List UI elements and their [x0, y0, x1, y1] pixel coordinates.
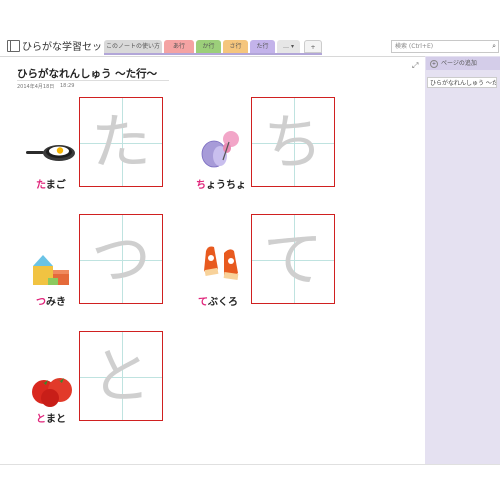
- practice-box-ta[interactable]: た: [79, 97, 163, 187]
- mittens-icon: [204, 246, 239, 280]
- expand-icon[interactable]: ⤢: [412, 61, 418, 71]
- practice-box-to[interactable]: と: [79, 331, 163, 421]
- word-tebukuro: てぶくろ: [198, 297, 238, 308]
- add-page-button[interactable]: + ページの追加: [426, 57, 500, 70]
- add-page-label: ページの追加: [441, 60, 477, 67]
- page-time: 18:29: [60, 83, 75, 89]
- word-chouchou: ちょうちょ: [196, 180, 246, 191]
- add-section-button[interactable]: +: [304, 40, 322, 53]
- page-list-item[interactable]: ひらがなれんしゅう ～た行～: [427, 77, 497, 88]
- tab-how-to-use[interactable]: このノートの使い方: [104, 40, 162, 53]
- trace-char: つ: [91, 225, 151, 295]
- trace-char: た: [91, 108, 151, 178]
- notebook-icon[interactable]: [7, 40, 20, 52]
- tab-ta-row[interactable]: た行: [250, 40, 275, 53]
- building-blocks-icon: [33, 255, 69, 285]
- tab-sa-row[interactable]: さ行: [223, 40, 248, 53]
- practice-box-chi[interactable]: ち: [251, 97, 335, 187]
- bottom-border: [0, 464, 500, 465]
- title-underline: [17, 80, 169, 81]
- trace-char: と: [91, 342, 151, 412]
- practice-box-tsu[interactable]: つ: [79, 214, 163, 304]
- word-tomato: とまと: [36, 414, 66, 425]
- butterfly-icon: [201, 131, 239, 168]
- search-placeholder: 検索 (Ctrl+E): [395, 43, 434, 50]
- frying-pan-egg-icon: [26, 145, 75, 161]
- word-tsumiki: つみき: [36, 297, 66, 308]
- search-icon[interactable]: ⌕: [489, 41, 496, 52]
- word-tamago: たまご: [36, 180, 66, 191]
- search-box[interactable]: 検索 (Ctrl+E) ⌕: [391, 40, 499, 53]
- trace-char: ち: [263, 108, 323, 178]
- tab-ka-row[interactable]: か行: [196, 40, 221, 53]
- tomato-icon: [32, 378, 72, 407]
- tab-more[interactable]: … ▾: [277, 40, 300, 53]
- practice-box-te[interactable]: て: [251, 214, 335, 304]
- tab-a-row[interactable]: あ行: [164, 40, 194, 53]
- section-tab-underline: [104, 53, 322, 55]
- plus-icon: +: [430, 59, 438, 68]
- trace-char: て: [263, 225, 323, 295]
- page-title[interactable]: ひらがなれんしゅう ～た行～: [17, 66, 157, 81]
- page-date: 2014年4月18日: [17, 84, 55, 90]
- page-list-pane: [425, 56, 500, 464]
